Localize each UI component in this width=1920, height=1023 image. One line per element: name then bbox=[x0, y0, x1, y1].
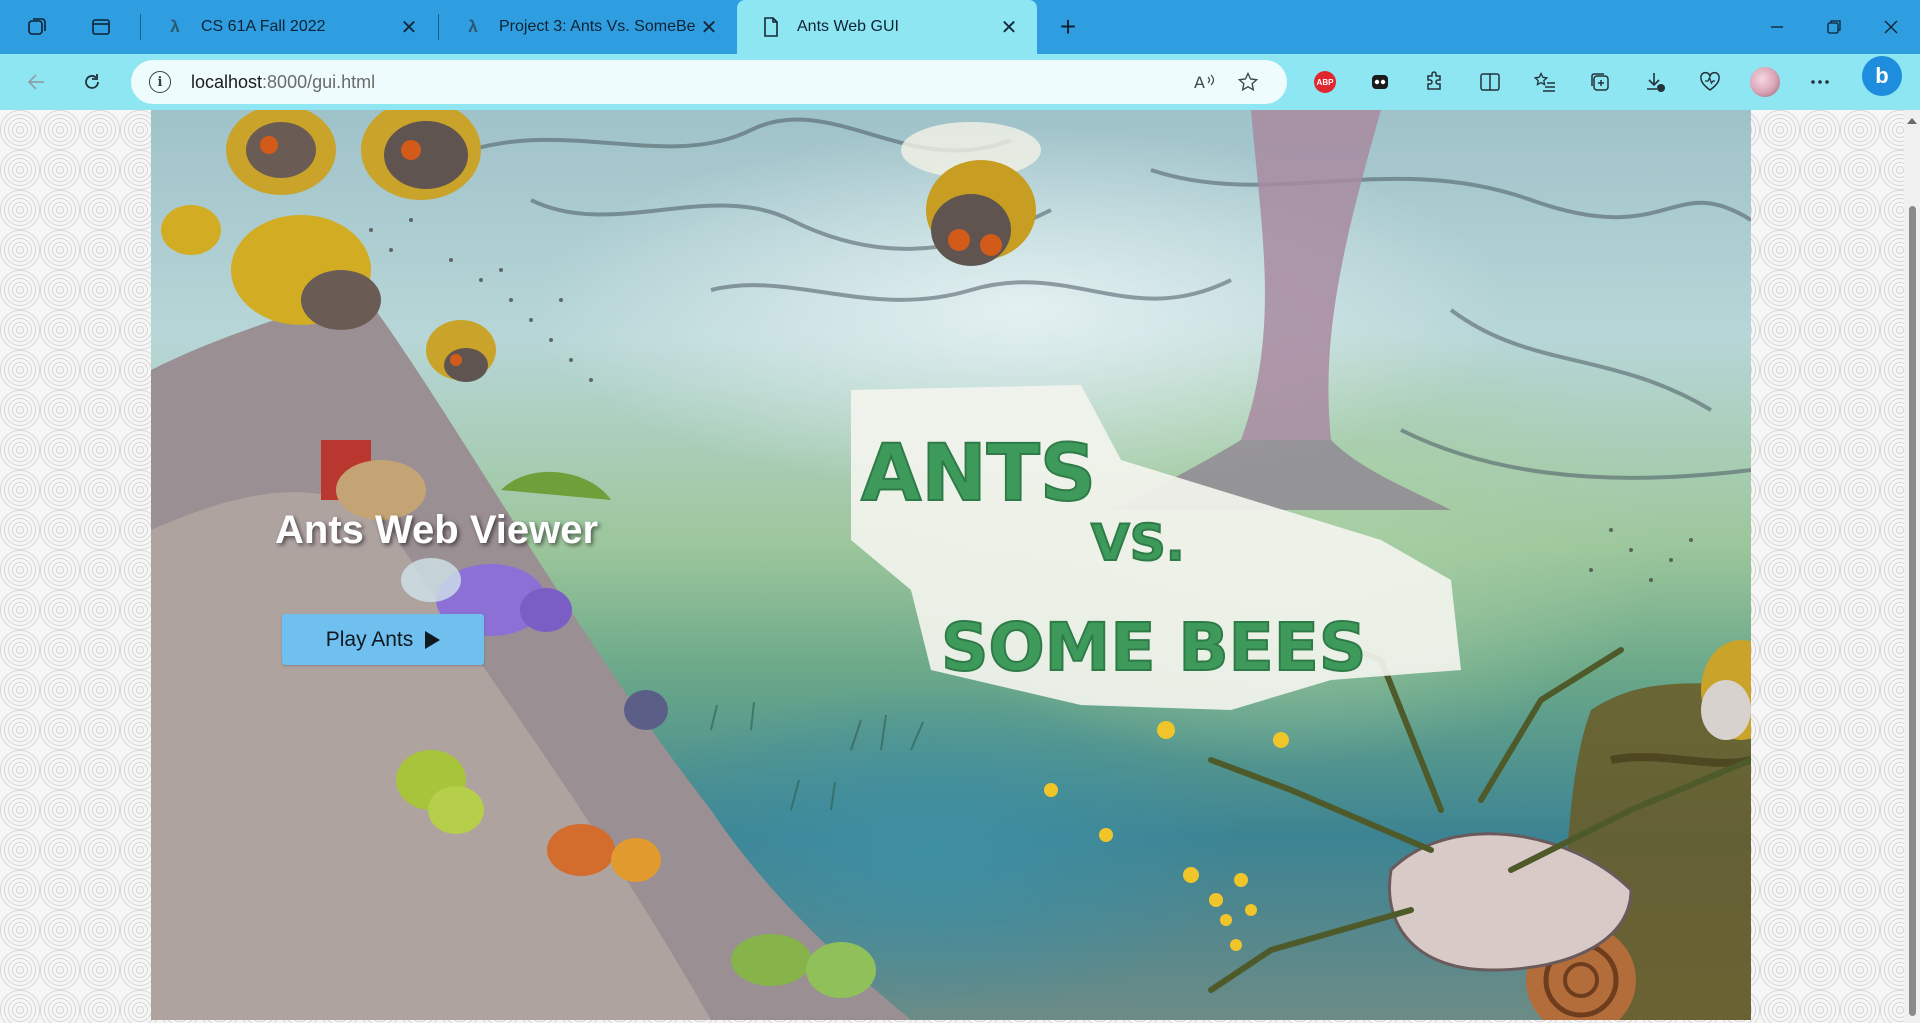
browser-essentials-icon[interactable] bbox=[1694, 66, 1726, 98]
svg-text:A: A bbox=[1194, 73, 1205, 91]
back-icon[interactable] bbox=[19, 64, 55, 100]
favorite-star-icon[interactable] bbox=[1236, 70, 1260, 94]
logo-line-some-bees: SOME BEES bbox=[941, 609, 1366, 686]
play-icon bbox=[425, 630, 441, 649]
lambda-icon: λ bbox=[170, 17, 180, 36]
favorites-list-icon[interactable] bbox=[1529, 66, 1561, 98]
browser-toolbar: i localhost:8000/gui.html A ABP bbox=[0, 54, 1920, 110]
page-title: Ants Web Viewer bbox=[275, 508, 599, 552]
downloads-icon[interactable] bbox=[1639, 66, 1671, 98]
close-tab-icon[interactable]: ✕ bbox=[695, 13, 723, 41]
url-text[interactable]: localhost:8000/gui.html bbox=[191, 72, 375, 93]
restore-icon[interactable] bbox=[1805, 0, 1863, 54]
lambda-icon: λ bbox=[468, 17, 478, 36]
logo-line-vs: VS. bbox=[1091, 514, 1185, 572]
more-options-icon[interactable] bbox=[1804, 66, 1836, 98]
logo-line-ants: ANTS bbox=[861, 429, 1096, 519]
close-tab-icon[interactable]: ✕ bbox=[395, 13, 423, 41]
tab-strip: λ CS 61A Fall 2022 ✕ λ Project 3: Ants V… bbox=[0, 0, 1920, 54]
close-window-icon[interactable] bbox=[1862, 0, 1920, 54]
adblock-plus-icon[interactable]: ABP bbox=[1309, 66, 1341, 98]
workspaces-icon[interactable] bbox=[19, 9, 55, 45]
extensions-puzzle-icon[interactable] bbox=[1419, 66, 1451, 98]
hero-artwork: ANTS VS. SOME BEES bbox=[151, 110, 1751, 1020]
tab-title: Project 3: Ants Vs. SomeBees bbox=[499, 18, 695, 35]
hero-illustration: ANTS VS. SOME BEES Ants Web Viewer Play … bbox=[151, 110, 1751, 1020]
site-info-icon[interactable]: i bbox=[149, 71, 171, 93]
split-screen-icon[interactable] bbox=[1474, 66, 1506, 98]
tab-actions-icon[interactable] bbox=[83, 9, 119, 45]
play-ants-label: Play Ants bbox=[325, 627, 414, 651]
address-bar[interactable]: i localhost:8000/gui.html A bbox=[131, 60, 1287, 104]
document-icon bbox=[761, 17, 781, 37]
collections-icon[interactable] bbox=[1584, 66, 1616, 98]
tab-cs61a[interactable]: λ CS 61A Fall 2022 ✕ bbox=[141, 0, 437, 54]
tab-project3[interactable]: λ Project 3: Ants Vs. SomeBees ✕ bbox=[439, 0, 737, 54]
scrollbar-thumb[interactable] bbox=[1909, 206, 1916, 1016]
page-background: ANTS VS. SOME BEES Ants Web Viewer Play … bbox=[0, 110, 1920, 1023]
read-aloud-icon[interactable]: A bbox=[1193, 70, 1217, 94]
profile-avatar[interactable] bbox=[1749, 66, 1781, 98]
close-tab-icon[interactable]: ✕ bbox=[995, 13, 1023, 41]
scroll-up-icon[interactable] bbox=[1907, 118, 1917, 124]
tab-ants-web-gui[interactable]: Ants Web GUI ✕ bbox=[737, 0, 1037, 54]
tab-title: Ants Web GUI bbox=[797, 18, 899, 35]
page-scrollbar[interactable] bbox=[1904, 110, 1920, 1023]
extension-mask-icon[interactable] bbox=[1364, 66, 1396, 98]
refresh-icon[interactable] bbox=[74, 64, 110, 100]
play-ants-button[interactable]: Play Ants bbox=[282, 614, 484, 665]
new-tab-button[interactable]: + bbox=[1048, 9, 1088, 45]
minimize-icon[interactable] bbox=[1748, 0, 1806, 54]
tab-title: CS 61A Fall 2022 bbox=[201, 18, 326, 35]
bing-copilot-icon[interactable]: b bbox=[1862, 56, 1902, 96]
